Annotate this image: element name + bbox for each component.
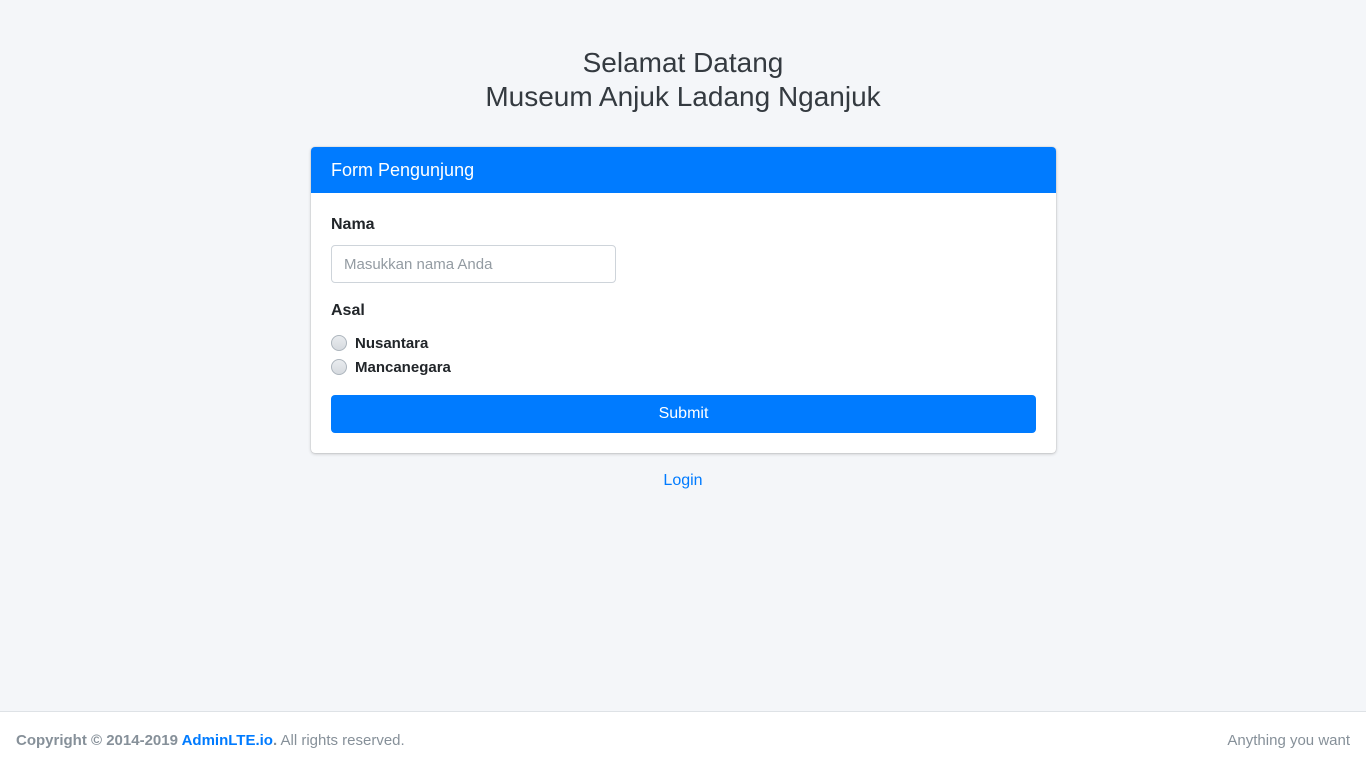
footer-right-text: Anything you want [1227, 731, 1350, 749]
radio-mancanegara[interactable] [331, 359, 347, 375]
welcome-heading: Selamat Datang Museum Anjuk Ladang Nganj… [0, 46, 1366, 114]
submit-button[interactable]: Submit [331, 395, 1036, 433]
radio-label-nusantara[interactable]: Nusantara [355, 335, 428, 352]
museum-name: Museum Anjuk Ladang Nganjuk [485, 81, 881, 112]
adminlte-link[interactable]: AdminLTE.io [182, 732, 273, 749]
visitor-form-card: Form Pengunjung Nama Asal Nusantara Manc… [311, 147, 1056, 453]
asal-option-nusantara[interactable]: Nusantara [331, 331, 1036, 355]
radio-nusantara[interactable] [331, 335, 347, 351]
rights-text: All rights reserved. [277, 731, 405, 749]
nama-label: Nama [331, 216, 375, 233]
radio-label-mancanegara[interactable]: Mancanegara [355, 359, 451, 376]
footer-copyright: Copyright © 2014-2019 AdminLTE.io. All r… [16, 732, 405, 749]
login-link[interactable]: Login [663, 472, 702, 489]
nama-input[interactable] [331, 245, 616, 283]
card-header: Form Pengunjung [311, 147, 1056, 193]
asal-radio-group: Nusantara Mancanegara [331, 331, 1036, 379]
card-body: Nama Asal Nusantara Mancanegara Submit [311, 193, 1056, 453]
page: Selamat Datang Museum Anjuk Ladang Nganj… [0, 0, 1366, 768]
login-link-container: Login [0, 471, 1366, 491]
card-title: Form Pengunjung [331, 159, 475, 180]
asal-label: Asal [331, 302, 365, 319]
welcome-title: Selamat Datang [582, 47, 784, 78]
asal-option-mancanegara[interactable]: Mancanegara [331, 355, 1036, 379]
footer: Copyright © 2014-2019 AdminLTE.io. All r… [0, 711, 1366, 768]
copyright-text: Copyright © 2014-2019 AdminLTE.io. [16, 732, 277, 749]
copyright-prefix: Copyright © 2014-2019 [16, 731, 178, 749]
